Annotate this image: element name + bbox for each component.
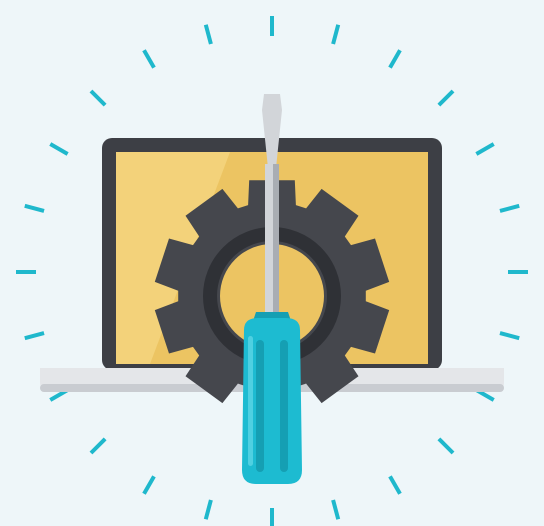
screwdriver-handle-groove <box>256 340 264 472</box>
screwdriver-shaft-shadow <box>273 164 279 320</box>
screwdriver-handle-groove <box>280 340 288 472</box>
screwdriver-handle-highlight <box>248 336 253 466</box>
settings-repair-illustration <box>0 0 544 526</box>
